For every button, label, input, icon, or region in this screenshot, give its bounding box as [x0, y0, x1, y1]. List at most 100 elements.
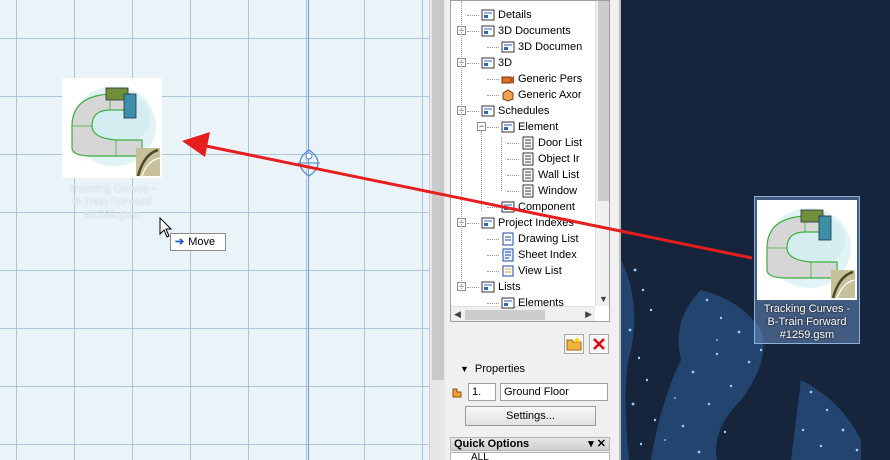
delete-button[interactable]: [589, 334, 609, 354]
desktop-background: Tracking Curves - B-Train Forward #1259.…: [621, 0, 890, 460]
tree-connector: [467, 287, 479, 288]
drawing-list-icon: [502, 232, 514, 246]
project-indexes-folder-icon: [481, 217, 495, 229]
tree-item-label: Schedules: [498, 105, 550, 117]
tree-connector: [487, 255, 499, 256]
tree-connector: [467, 31, 479, 32]
schedules-folder-icon: [481, 105, 495, 117]
tree-connector: [467, 223, 479, 224]
tree-item[interactable]: Generic Pers: [501, 71, 582, 87]
floor-number-field[interactable]: 1.: [468, 383, 496, 401]
axonometry-icon: [502, 89, 514, 102]
tree-item-label: Details: [498, 9, 532, 21]
properties-header[interactable]: ▼ Properties: [450, 360, 616, 378]
delete-x-icon: [593, 338, 605, 350]
tree-connector: [487, 207, 499, 208]
tree-item-label: Object Ir: [538, 153, 580, 165]
tree-item[interactable]: Sheet Index: [501, 247, 577, 263]
tree-connector: [507, 191, 519, 192]
tree-item[interactable]: Window: [521, 183, 577, 199]
tree-item[interactable]: Object Ir: [521, 151, 580, 167]
tree-item[interactable]: Drawing List: [501, 231, 579, 247]
tree-item-label: Door List: [538, 137, 583, 149]
tree-item[interactable]: Element: [501, 119, 558, 135]
quick-options-header[interactable]: Quick Options ▾ ✕: [450, 437, 610, 451]
tree-item[interactable]: Project Indexes: [481, 215, 574, 231]
tree-connector: [487, 127, 499, 128]
tree-item-label: Sheet Index: [518, 249, 577, 261]
scroll-right-icon[interactable]: ▶: [585, 309, 592, 320]
tree-item[interactable]: View List: [501, 263, 562, 279]
3d-folder-icon: [481, 57, 495, 69]
tree-scroll-thumb[interactable]: [598, 1, 609, 201]
settings-button[interactable]: Settings...: [465, 406, 596, 426]
dragged-file-ghost: Tracking Curves - B-Train Forward #1259.…: [44, 78, 180, 222]
tree-connector: [487, 271, 499, 272]
tree-item-label: View List: [518, 265, 562, 277]
collapse-triangle-icon[interactable]: ▼: [460, 364, 469, 374]
tree-item[interactable]: Wall List: [521, 167, 579, 183]
tree-connector: [487, 239, 499, 240]
properties-row: 1. Ground Floor: [450, 382, 616, 402]
tree-item[interactable]: Door List: [521, 135, 582, 151]
schedule-list-icon: [522, 136, 534, 150]
navigator-tree[interactable]: ▼ ◀ ▶ Details 3D Documents −3D Documen 3D − G…: [450, 0, 610, 322]
tree-item-label: 3D: [498, 57, 513, 69]
panel-controls[interactable]: ▾ ✕: [588, 438, 606, 450]
schedule-list-icon: [522, 168, 534, 182]
tree-hscroll-thumb[interactable]: [465, 310, 545, 320]
navigator-panel: ▼ ◀ ▶ Details 3D Documents −3D Documen 3D − G…: [446, 0, 620, 460]
drawing-canvas[interactable]: Tracking Curves - B-Train Forward #1259.…: [0, 0, 429, 460]
tree-item[interactable]: Schedules: [481, 103, 549, 119]
tree-item[interactable]: 3D Documents: [481, 23, 571, 39]
new-folder-icon: [566, 337, 582, 351]
lists-folder-icon: [481, 281, 495, 293]
tree-item-label: Component: [518, 201, 575, 213]
tree-item-label: Generic Axor: [518, 89, 582, 101]
tree-vertical-scrollbar[interactable]: ▼: [595, 1, 609, 306]
desktop-file-icon[interactable]: Tracking Curves - B-Train Forward #1259.…: [754, 196, 860, 344]
gsm-thumbnail-icon: [757, 200, 857, 300]
scrollbar-thumb[interactable]: [432, 0, 444, 380]
tree-item-label: Project Indexes: [498, 217, 574, 229]
tree-connector: [507, 159, 519, 160]
tree-connector: [461, 1, 462, 291]
tree-collapse-toggle[interactable]: −: [477, 122, 486, 131]
view-list-icon: [502, 265, 514, 277]
tree-connector: [481, 131, 482, 211]
tree-connector: [487, 47, 499, 48]
scroll-down-icon[interactable]: ▼: [599, 294, 608, 304]
guide-line: [308, 0, 309, 460]
tree-item-label: Elements: [518, 297, 564, 309]
tree-item[interactable]: Details: [481, 7, 532, 23]
tree-connector: [507, 175, 519, 176]
tree-item-label: Lists: [498, 281, 521, 293]
tree-item[interactable]: 3D Documen: [501, 39, 582, 55]
scroll-left-icon[interactable]: ◀: [454, 309, 461, 320]
snap-marker-icon: [298, 149, 320, 177]
tree-item-label: 3D Documents: [498, 25, 571, 37]
tree-item-label: Element: [518, 121, 559, 133]
tree-connector: [467, 63, 479, 64]
tree-item[interactable]: Elements: [501, 295, 564, 311]
element-schedule-folder-icon: [501, 121, 515, 133]
tree-item[interactable]: Lists: [481, 279, 521, 295]
tree-connector: [501, 137, 502, 191]
tree-item[interactable]: Component: [501, 199, 575, 215]
tree-item[interactable]: Generic Axor: [501, 87, 582, 103]
move-arrow-icon: ➔: [175, 236, 185, 248]
tree-item[interactable]: 3D: [481, 55, 512, 71]
schedule-list-icon: [522, 152, 534, 166]
tree-item-label: Wall List: [538, 169, 580, 181]
tree-item-label: Drawing List: [518, 233, 579, 245]
tree-connector: [467, 15, 479, 16]
component-schedule-icon: [501, 201, 515, 213]
details-folder-icon: [481, 9, 495, 21]
floor-name-field[interactable]: Ground Floor: [500, 383, 608, 401]
canvas-vertical-scrollbar[interactable]: [429, 0, 445, 460]
new-folder-button[interactable]: [564, 334, 584, 354]
gsm-thumbnail-icon: [62, 78, 162, 178]
tree-item-label: Generic Pers: [518, 73, 583, 85]
quick-options-row[interactable]: ALL: [450, 452, 610, 460]
tree-connector: [467, 111, 479, 112]
